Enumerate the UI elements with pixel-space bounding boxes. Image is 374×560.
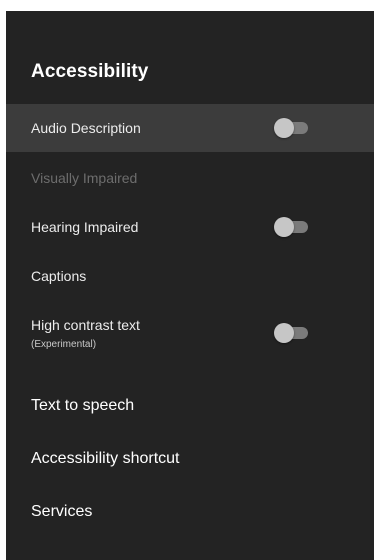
- visually-impaired-row: Visually Impaired: [6, 154, 374, 202]
- audio-description-row[interactable]: Audio Description: [6, 104, 374, 152]
- visually-impaired-label: Visually Impaired: [31, 170, 138, 186]
- accessibility-shortcut-row[interactable]: Accessibility shortcut: [6, 434, 374, 484]
- accessibility-settings-panel: Accessibility Audio Description Visually…: [6, 11, 374, 560]
- high-contrast-text-label: High contrast text: [31, 317, 140, 333]
- text-to-speech-row[interactable]: Text to speech: [6, 381, 374, 431]
- high-contrast-text-sublabel: (Experimental): [31, 339, 97, 350]
- toggle-thumb: [274, 217, 294, 237]
- high-contrast-text-row[interactable]: High contrast text (Experimental): [6, 301, 374, 361]
- hearing-impaired-label: Hearing Impaired: [31, 219, 139, 235]
- hearing-impaired-row[interactable]: Hearing Impaired: [6, 203, 374, 251]
- services-row[interactable]: Services: [6, 488, 374, 538]
- accessibility-shortcut-label: Accessibility shortcut: [31, 450, 180, 467]
- toggle-thumb: [274, 118, 294, 138]
- high-contrast-text-toggle[interactable]: [274, 323, 308, 343]
- captions-label: Captions: [31, 268, 87, 284]
- audio-description-toggle[interactable]: [274, 118, 308, 138]
- text-to-speech-label: Text to speech: [31, 397, 135, 414]
- page-title: Accessibility: [31, 61, 149, 82]
- services-label: Services: [31, 503, 93, 520]
- captions-row[interactable]: Captions: [6, 252, 374, 300]
- audio-description-label: Audio Description: [31, 120, 141, 136]
- hearing-impaired-toggle[interactable]: [274, 217, 308, 237]
- toggle-thumb: [274, 323, 294, 343]
